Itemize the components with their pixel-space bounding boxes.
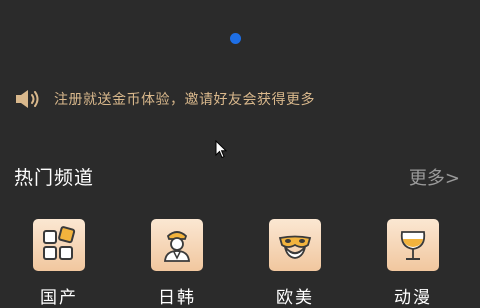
channel-item-western[interactable]: 欧美 (236, 219, 354, 308)
speaker-icon (16, 90, 39, 108)
channel-tile (387, 219, 439, 271)
channel-label: 国产 (40, 288, 78, 308)
page-indicator-dot (230, 33, 241, 44)
more-link[interactable]: 更多> (409, 164, 460, 190)
channel-tile (269, 219, 321, 271)
channel-item-japan-korea[interactable]: 日韩 (118, 219, 236, 308)
channel-item-anime[interactable]: 动漫 (354, 219, 472, 308)
channel-label: 欧美 (276, 288, 314, 308)
channel-tile (151, 219, 203, 271)
mask-icon (278, 235, 312, 259)
wine-glass-icon (400, 231, 426, 260)
mouse-cursor-icon (215, 140, 228, 159)
notice-bar: 注册就送金币体验，邀请好友会获得更多 (14, 88, 315, 110)
person-icon (164, 231, 190, 262)
channel-label: 动漫 (394, 288, 432, 308)
channel-list: 国产 日韩 欧美 动漫 (0, 219, 480, 308)
channel-tile (33, 219, 85, 271)
channel-item-domestic[interactable]: 国产 (0, 219, 118, 308)
section-title: 热门频道 (14, 167, 95, 189)
grid-icon (43, 226, 76, 260)
notice-text: 注册就送金币体验，邀请好友会获得更多 (54, 92, 315, 108)
channel-label: 日韩 (158, 288, 196, 308)
